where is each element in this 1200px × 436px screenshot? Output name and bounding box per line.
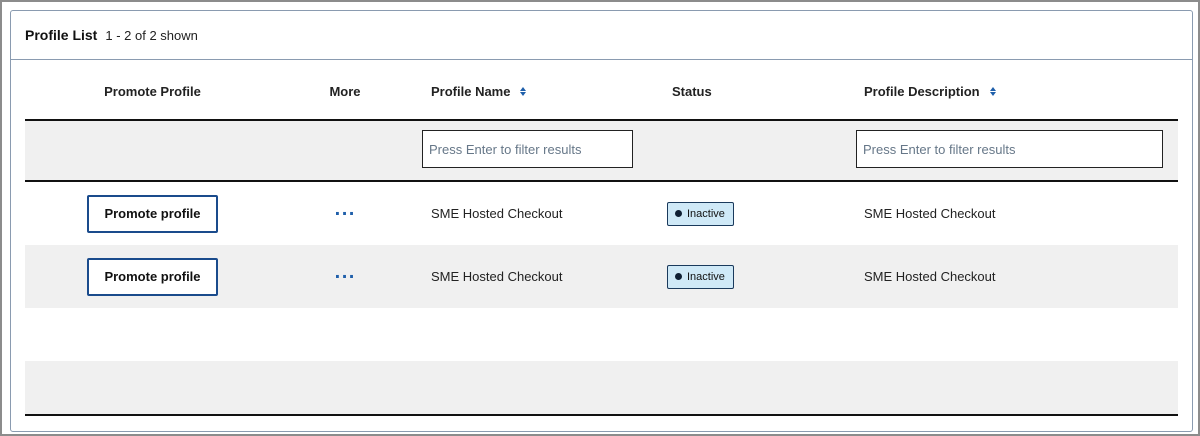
column-header-name[interactable]: Profile Name — [431, 61, 661, 121]
column-header-more: More — [280, 61, 410, 121]
column-header-description-label: Profile Description — [864, 83, 980, 99]
status-dot-icon — [675, 210, 682, 217]
window-frame: Profile List 1 - 2 of 2 shown Promote Pr… — [0, 0, 1200, 436]
status-badge-label: Inactive — [687, 207, 725, 220]
column-header-promote-label: Promote Profile — [104, 83, 201, 99]
table-bottom-border — [25, 414, 1178, 416]
profile-table: Promote Profile More Profile Name Status… — [25, 61, 1178, 416]
column-header-status-label: Status — [672, 83, 712, 99]
profile-description-cell: SME Hosted Checkout — [864, 206, 996, 221]
status-badge-label: Inactive — [687, 270, 725, 283]
table-row: Promote profile ··· SME Hosted Checkout … — [25, 245, 1178, 308]
profile-name-filter-input[interactable] — [422, 130, 633, 168]
status-dot-icon — [675, 273, 682, 280]
profile-description-filter-input[interactable] — [856, 130, 1163, 168]
column-header-status: Status — [672, 61, 822, 121]
status-cell: Inactive — [667, 182, 817, 245]
table-row: Promote profile ··· SME Hosted Checkout … — [25, 182, 1178, 245]
table-header-row: Promote Profile More Profile Name Status… — [25, 61, 1178, 121]
more-cell: ··· — [280, 245, 410, 308]
promote-profile-button[interactable]: Promote profile — [87, 257, 218, 296]
promote-cell: Promote profile — [25, 245, 280, 308]
sort-icon[interactable] — [989, 86, 996, 96]
column-header-description[interactable]: Profile Description — [864, 61, 1164, 121]
panel-header: Profile List 1 - 2 of 2 shown — [11, 11, 1192, 60]
empty-row — [25, 361, 1178, 414]
profile-list-panel: Profile List 1 - 2 of 2 shown Promote Pr… — [10, 10, 1193, 432]
more-dots-icon[interactable]: ··· — [334, 205, 355, 222]
results-count: 1 - 2 of 2 shown — [105, 27, 198, 43]
column-header-more-label: More — [329, 83, 361, 99]
more-cell: ··· — [280, 182, 410, 245]
more-dots-icon[interactable]: ··· — [334, 268, 355, 285]
column-header-promote: Promote Profile — [25, 61, 280, 121]
profile-name-cell: SME Hosted Checkout — [431, 206, 563, 221]
promote-cell: Promote profile — [25, 182, 280, 245]
promote-profile-button[interactable]: Promote profile — [87, 194, 218, 233]
panel-title: Profile List — [25, 27, 98, 43]
status-badge: Inactive — [667, 264, 734, 289]
filter-row — [25, 121, 1178, 182]
profile-name-cell: SME Hosted Checkout — [431, 269, 563, 284]
status-cell: Inactive — [667, 245, 817, 308]
column-header-name-label: Profile Name — [431, 83, 511, 99]
empty-row — [25, 308, 1178, 361]
profile-description-cell: SME Hosted Checkout — [864, 269, 996, 284]
status-badge: Inactive — [667, 201, 734, 226]
sort-icon[interactable] — [520, 86, 527, 96]
